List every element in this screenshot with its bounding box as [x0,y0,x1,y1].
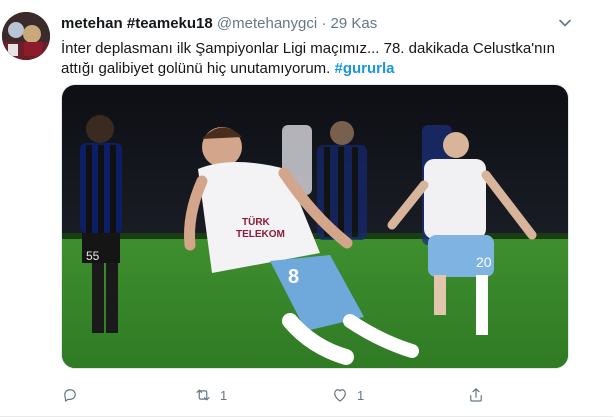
retweet-button[interactable]: 1 [194,383,227,407]
football-photo: 55 20 TÜRK TELEKOM 8 [62,85,568,368]
user-handle[interactable]: @metehanygci [217,15,317,32]
share-icon [470,388,482,402]
hashtag-link[interactable]: #gururla [335,60,395,77]
svg-text:TÜRK: TÜRK [242,215,271,228]
reply-button[interactable] [61,383,87,407]
chevron-down-icon[interactable] [557,15,573,31]
tweet-photo[interactable]: 55 20 TÜRK TELEKOM 8 [61,84,569,369]
reply-icon [64,389,76,402]
share-button[interactable] [467,383,485,407]
separator-dot: · [321,15,327,32]
tweet-header: metehan #teameku18 @metehanygci · 29 Kas [61,15,573,35]
svg-text:8: 8 [288,266,299,288]
like-count: 1 [357,387,365,403]
display-name[interactable]: metehan #teameku18 [61,15,213,32]
heart-icon [334,389,346,402]
like-button[interactable]: 1 [331,383,364,407]
tweet-text: İnter deplasmanı ilk Şampiyonlar Ligi ma… [61,39,561,79]
avatar-image [2,12,50,60]
svg-text:20: 20 [476,254,492,270]
tweet-actions: 1 1 [61,383,501,407]
svg-text:TELEKOM: TELEKOM [236,229,285,240]
avatar[interactable] [2,12,50,60]
tweet-card[interactable]: metehan #teameku18 @metehanygci · 29 Kas… [0,0,613,417]
retweet-icon [196,389,210,401]
tweet-timestamp[interactable]: 29 Kas [331,15,378,32]
retweet-count: 1 [220,387,228,403]
svg-text:55: 55 [86,249,100,263]
tweet-body: İnter deplasmanı ilk Şampiyonlar Ligi ma… [61,40,555,77]
